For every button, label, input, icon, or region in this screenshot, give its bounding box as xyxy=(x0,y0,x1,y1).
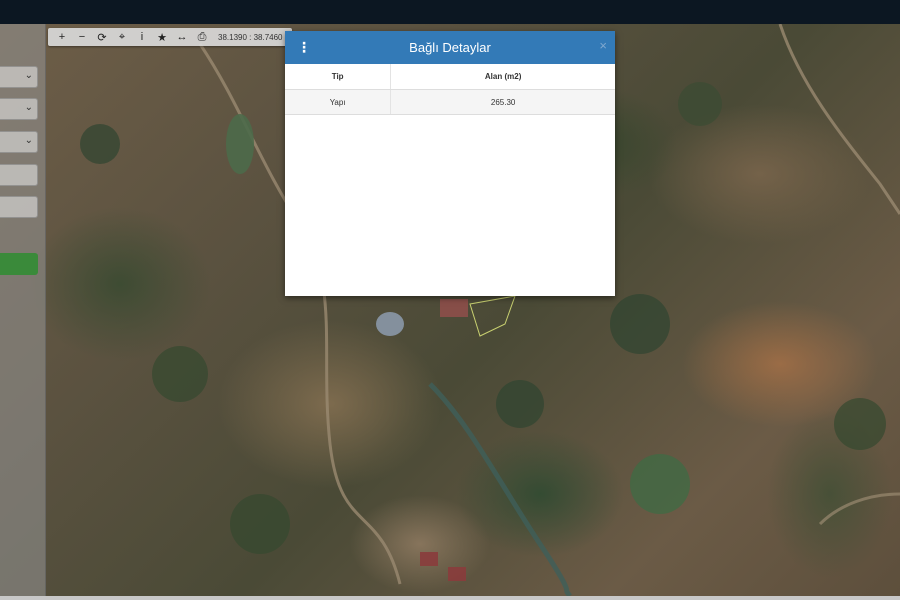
close-icon[interactable]: × xyxy=(599,38,607,53)
map-toolbar: + − ⟳ ⌖ i ★ ↔ ⎙ 38.1390 : 38.7460 xyxy=(48,28,292,46)
chevron-down-icon: ⌄ xyxy=(24,70,33,81)
details-dialog: ⋮ Bağlı Detaylar × Tip Alan (m2) Yapı 26… xyxy=(285,31,615,296)
measure-button[interactable]: ↔ xyxy=(172,28,192,46)
side-action-button[interactable] xyxy=(0,253,38,275)
top-bar xyxy=(0,0,900,24)
bottom-bar xyxy=(0,596,900,600)
coordinate-readout: 38.1390 : 38.7460 xyxy=(218,32,283,42)
side-select-3[interactable]: ⌄ xyxy=(0,131,38,153)
details-table: Tip Alan (m2) Yapı 265.30 xyxy=(285,64,615,115)
chevron-down-icon: ⌄ xyxy=(24,102,33,113)
refresh-button[interactable]: ⟳ xyxy=(92,28,112,46)
table-header-row: Tip Alan (m2) xyxy=(285,64,615,90)
cell-type: Yapı xyxy=(285,89,392,115)
vertical-dots-icon[interactable]: ⋮ xyxy=(297,40,311,54)
chevron-down-icon: ⌄ xyxy=(24,135,33,146)
locate-button[interactable]: ⌖ xyxy=(112,28,132,46)
column-header-type: Tip xyxy=(285,64,392,90)
zoom-out-button[interactable]: − xyxy=(72,28,92,46)
print-button[interactable]: ⎙ xyxy=(192,28,212,46)
zoom-in-button[interactable]: + xyxy=(52,28,72,46)
side-select-2[interactable]: ⌄ xyxy=(0,98,38,120)
cell-area: 265.30 xyxy=(390,89,615,115)
side-panel: ⌄ ⌄ ⌄ xyxy=(0,24,46,596)
dialog-header: ⋮ Bağlı Detaylar × xyxy=(285,31,615,64)
favorite-button[interactable]: ★ xyxy=(152,28,172,46)
dialog-title: Bağlı Detaylar xyxy=(409,40,491,55)
info-button[interactable]: i xyxy=(132,28,152,46)
table-row[interactable]: Yapı 265.30 xyxy=(285,89,615,115)
column-header-area: Alan (m2) xyxy=(390,64,615,90)
side-select-1[interactable]: ⌄ xyxy=(0,66,38,88)
side-input-2[interactable] xyxy=(0,196,38,218)
side-input-1[interactable] xyxy=(0,164,38,186)
